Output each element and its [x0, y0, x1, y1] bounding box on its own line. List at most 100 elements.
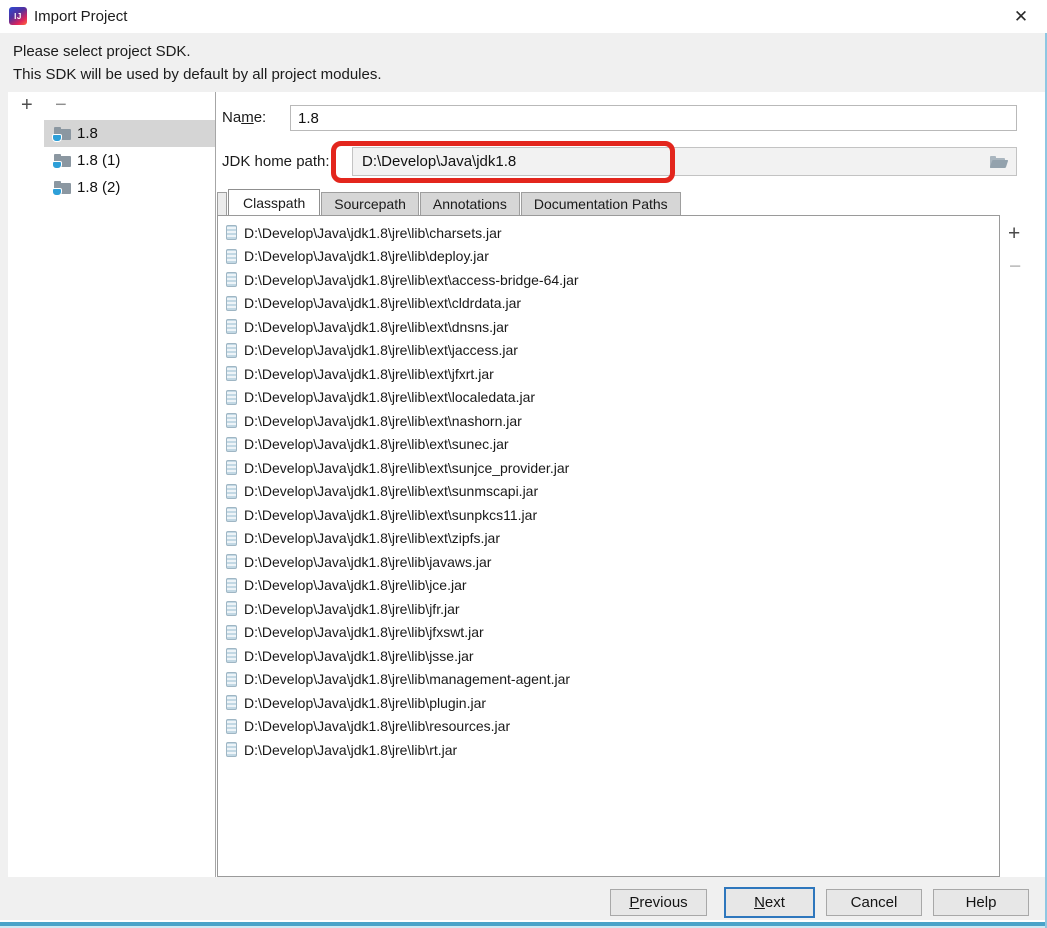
jar-archive-icon — [226, 225, 237, 241]
help-button[interactable]: Help — [933, 889, 1029, 916]
classpath-entry-row[interactable]: D:\Develop\Java\jdk1.8\jre\lib\jfr.jar — [218, 597, 999, 621]
classpath-entry-row[interactable]: D:\Develop\Java\jdk1.8\jre\lib\ext\sunms… — [218, 480, 999, 504]
tab[interactable]: Classpath — [228, 189, 321, 215]
classpath-entry-row[interactable]: D:\Develop\Java\jdk1.8\jre\lib\ext\local… — [218, 386, 999, 410]
remove-sdk-button[interactable]: − — [55, 93, 67, 117]
header-line-2: This SDK will be used by default by all … — [13, 66, 382, 83]
header-line-1: Please select project SDK. — [13, 43, 191, 60]
classpath-entry-row[interactable]: D:\Develop\Java\jdk1.8\jre\lib\jsse.jar — [218, 644, 999, 668]
jar-path-text: D:\Develop\Java\jdk1.8\jre\lib\managemen… — [244, 671, 571, 688]
sdk-list-item[interactable]: 1.8 — [8, 120, 215, 147]
jar-path-text: D:\Develop\Java\jdk1.8\jre\lib\ext\cldrd… — [244, 295, 522, 312]
classpath-entry-row[interactable]: D:\Develop\Java\jdk1.8\jre\lib\plugin.ja… — [218, 691, 999, 715]
jar-path-text: D:\Develop\Java\jdk1.8\jre\lib\ext\acces… — [244, 271, 579, 288]
jar-path-text: D:\Develop\Java\jdk1.8\jre\lib\charsets.… — [244, 224, 502, 241]
classpath-entry-row[interactable]: D:\Develop\Java\jdk1.8\jre\lib\resources… — [218, 715, 999, 739]
tab-label: Classpath — [243, 194, 306, 211]
classpath-entry-row[interactable]: D:\Develop\Java\jdk1.8\jre\lib\jce.jar — [218, 574, 999, 598]
sdk-list-item[interactable]: 1.8 (1) — [8, 147, 215, 174]
jar-archive-icon — [226, 342, 237, 358]
jar-path-text: D:\Develop\Java\jdk1.8\jre\lib\plugin.ja… — [244, 694, 487, 711]
jar-archive-icon — [226, 413, 237, 429]
classpath-entry-row[interactable]: D:\Develop\Java\jdk1.8\jre\lib\ext\zipfs… — [218, 527, 999, 551]
sdk-list-item[interactable]: 1.8 (2) — [8, 174, 215, 201]
tab-label: Annotations — [432, 196, 507, 212]
intellij-idea-logo-icon: IJ — [9, 7, 27, 25]
jar-path-text: D:\Develop\Java\jdk1.8\jre\lib\ext\dnsns… — [244, 318, 509, 335]
classpath-entry-row[interactable]: D:\Develop\Java\jdk1.8\jre\lib\ext\nasho… — [218, 409, 999, 433]
classpath-entry-row[interactable]: D:\Develop\Java\jdk1.8\jre\lib\ext\sunpk… — [218, 503, 999, 527]
browse-folder-icon[interactable] — [989, 154, 1009, 168]
name-input[interactable] — [290, 105, 1017, 131]
classpath-entry-row[interactable]: D:\Develop\Java\jdk1.8\jre\lib\javaws.ja… — [218, 550, 999, 574]
classpath-entry-row[interactable]: D:\Develop\Java\jdk1.8\jre\lib\ext\acces… — [218, 268, 999, 292]
jar-archive-icon — [226, 483, 237, 499]
dialog-footer: Previous Next Cancel Help — [0, 877, 1047, 922]
jdk-home-path-label: JDK home path: — [222, 153, 330, 170]
jar-path-text: D:\Develop\Java\jdk1.8\jre\lib\jfxswt.ja… — [244, 624, 484, 641]
previous-button[interactable]: Previous — [610, 889, 707, 916]
next-button[interactable]: Next — [724, 887, 815, 918]
jar-archive-icon — [226, 530, 237, 546]
classpath-entry-row[interactable]: D:\Develop\Java\jdk1.8\jre\lib\ext\sunec… — [218, 433, 999, 457]
classpath-entry-row[interactable]: D:\Develop\Java\jdk1.8\jre\lib\ext\jacce… — [218, 339, 999, 363]
jar-archive-icon — [226, 718, 237, 734]
jar-path-text: D:\Develop\Java\jdk1.8\jre\lib\ext\nasho… — [244, 412, 522, 429]
jar-path-text: D:\Develop\Java\jdk1.8\jre\lib\javaws.ja… — [244, 553, 492, 570]
sidebar-toolbar: + − — [8, 92, 215, 120]
jar-archive-icon — [226, 248, 237, 264]
name-label: Name: — [222, 109, 267, 126]
jar-path-text: D:\Develop\Java\jdk1.8\jre\lib\ext\local… — [244, 389, 536, 406]
classpath-entry-row[interactable]: D:\Develop\Java\jdk1.8\jre\lib\ext\sunjc… — [218, 456, 999, 480]
cancel-button[interactable]: Cancel — [826, 889, 922, 916]
jar-archive-icon — [226, 577, 237, 593]
title-bar: IJ Import Project ✕ — [0, 0, 1047, 33]
jar-path-text: D:\Develop\Java\jdk1.8\jre\lib\jce.jar — [244, 577, 467, 594]
dialog-header: Please select project SDK. This SDK will… — [0, 33, 1047, 92]
jar-path-text: D:\Develop\Java\jdk1.8\jre\lib\ext\jfxrt… — [244, 365, 494, 382]
classpath-entry-row[interactable]: D:\Develop\Java\jdk1.8\jre\lib\managemen… — [218, 668, 999, 692]
sdk-sidebar: + − 1.8 1.8 (1) 1.8 (2) — [8, 92, 215, 877]
jar-path-text: D:\Develop\Java\jdk1.8\jre\lib\deploy.ja… — [244, 248, 489, 265]
classpath-entry-row[interactable]: D:\Develop\Java\jdk1.8\jre\lib\ext\dnsns… — [218, 315, 999, 339]
classpath-entry-row[interactable]: D:\Develop\Java\jdk1.8\jre\lib\jfxswt.ja… — [218, 621, 999, 645]
jar-path-text: D:\Develop\Java\jdk1.8\jre\lib\ext\sunjc… — [244, 459, 570, 476]
path-tabs: Classpath Sourcepath Annotations Documen… — [217, 189, 681, 215]
add-classpath-entry-button[interactable]: + — [1008, 222, 1020, 246]
jar-archive-icon — [226, 742, 237, 758]
jar-path-text: D:\Develop\Java\jdk1.8\jre\lib\jsse.jar — [244, 647, 474, 664]
tab[interactable]: Annotations — [419, 192, 520, 215]
classpath-entry-row[interactable]: D:\Develop\Java\jdk1.8\jre\lib\ext\cldrd… — [218, 292, 999, 316]
sdk-list: 1.8 1.8 (1) 1.8 (2) — [8, 120, 215, 201]
import-project-dialog: IJ Import Project ✕ Please select projec… — [0, 0, 1047, 928]
jdk-home-path-field[interactable]: D:\Develop\Java\jdk1.8 — [352, 147, 1017, 176]
add-sdk-button[interactable]: + — [21, 93, 33, 117]
classpath-entry-row[interactable]: D:\Develop\Java\jdk1.8\jre\lib\deploy.ja… — [218, 245, 999, 269]
jar-path-text: D:\Develop\Java\jdk1.8\jre\lib\ext\sunms… — [244, 483, 539, 500]
classpath-entry-row[interactable]: D:\Develop\Java\jdk1.8\jre\lib\ext\jfxrt… — [218, 362, 999, 386]
jdk-folder-icon — [52, 180, 71, 196]
tab[interactable]: Sourcepath — [321, 192, 419, 215]
jar-path-text: D:\Develop\Java\jdk1.8\jre\lib\jfr.jar — [244, 600, 460, 617]
jar-archive-icon — [226, 366, 237, 382]
jar-archive-icon — [226, 507, 237, 523]
jar-archive-icon — [226, 389, 237, 405]
jar-archive-icon — [226, 272, 237, 288]
jar-archive-icon — [226, 295, 237, 311]
classpath-entry-row[interactable]: D:\Develop\Java\jdk1.8\jre\lib\charsets.… — [218, 221, 999, 245]
jar-path-text: D:\Develop\Java\jdk1.8\jre\lib\ext\zipfs… — [244, 530, 500, 547]
jar-archive-icon — [226, 460, 237, 476]
classpath-entry-row[interactable]: D:\Develop\Java\jdk1.8\jre\lib\rt.jar — [218, 738, 999, 762]
tab[interactable]: Documentation Paths — [520, 192, 681, 215]
classpath-list: D:\Develop\Java\jdk1.8\jre\lib\charsets.… — [217, 215, 1000, 877]
jar-path-text: D:\Develop\Java\jdk1.8\jre\lib\resources… — [244, 718, 511, 735]
jar-archive-icon — [226, 601, 237, 617]
tab-label: Documentation Paths — [533, 196, 668, 212]
close-icon[interactable]: ✕ — [1008, 4, 1034, 30]
jdk-folder-icon — [52, 153, 71, 169]
jar-path-text: D:\Develop\Java\jdk1.8\jre\lib\ext\jacce… — [244, 342, 518, 359]
remove-classpath-entry-button: − — [1009, 255, 1022, 278]
jar-archive-icon — [226, 671, 237, 687]
sdk-item-label: 1.8 (2) — [77, 179, 121, 196]
jdk-home-path-value: D:\Develop\Java\jdk1.8 — [362, 153, 517, 170]
